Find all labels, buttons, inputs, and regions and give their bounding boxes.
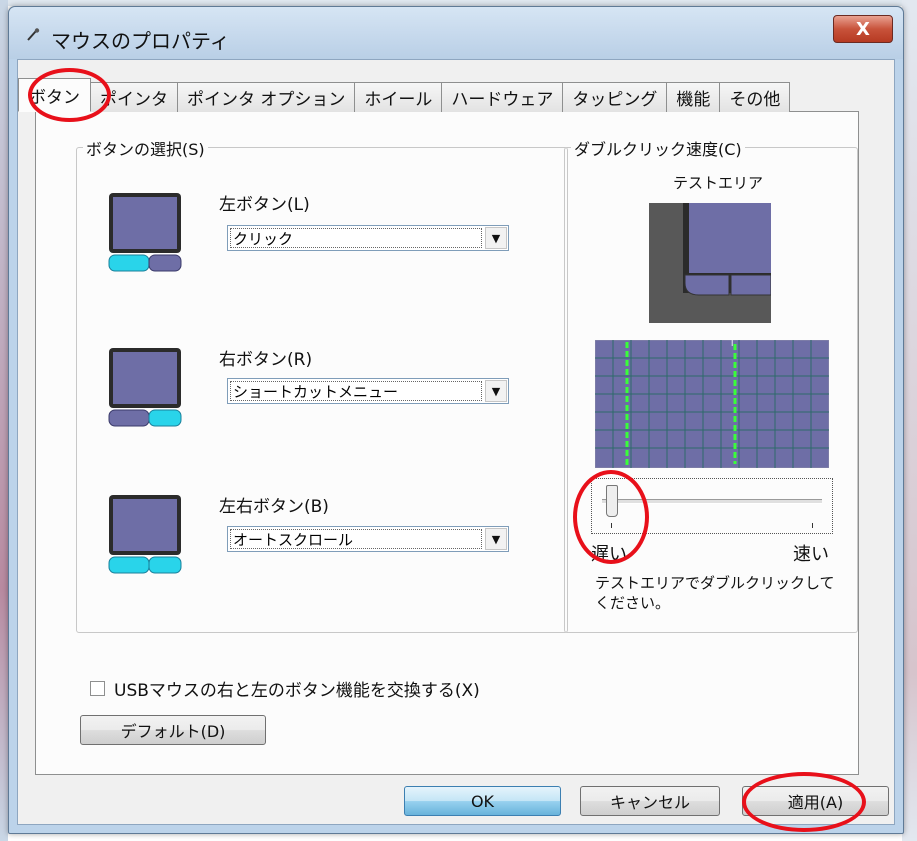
double-click-group-label: ダブルクリック速度(C)	[571, 136, 745, 160]
both-buttons-label: 左右ボタン(B)	[219, 497, 329, 517]
swap-buttons-label: USBマウスの右と左のボタン機能を交換する(X)	[114, 681, 480, 701]
tab-wheel[interactable]: ホイール	[354, 82, 443, 112]
tab-pointer-options[interactable]: ポインタ オプション	[177, 82, 356, 112]
title-bar[interactable]: マウスのプロパティ X	[9, 7, 903, 59]
tab-features[interactable]: 機能	[666, 82, 721, 112]
close-icon: X	[856, 18, 870, 40]
mouse-icon	[27, 28, 40, 41]
chevron-down-icon[interactable]: ▼	[485, 227, 507, 249]
ok-button-label: OK	[470, 791, 495, 811]
highlight-ring-tab	[28, 68, 111, 122]
slider-tick-right	[812, 523, 813, 528]
default-button-label: デフォルト(D)	[120, 722, 226, 741]
test-area[interactable]	[649, 203, 771, 323]
test-area-label: テストエリア	[673, 174, 764, 192]
cancel-button[interactable]: キャンセル	[580, 786, 720, 816]
left-button-select-value: クリック	[230, 228, 482, 248]
left-button-label: 左ボタン(L)	[219, 195, 310, 215]
fast-label: 速い	[793, 544, 829, 565]
ok-button[interactable]: OK	[404, 786, 561, 816]
right-button-select[interactable]: ショートカットメニュー ▼	[227, 378, 509, 404]
tab-tapping[interactable]: タッピング	[562, 82, 668, 112]
both-buttons-select[interactable]: オートスクロール ▼	[227, 526, 509, 552]
button-select-group-label: ボタンの選択(S)	[83, 136, 208, 160]
highlight-ring-slider	[573, 470, 649, 564]
default-button[interactable]: デフォルト(D)	[80, 715, 266, 745]
button-select-group: ボタンの選択(S) 左ボタン(L) クリック ▼ 右ボタン(R) ショートカット…	[76, 136, 568, 633]
both-buttons-select-value: オートスクロール	[230, 529, 482, 549]
window-title: マウスのプロパティ	[51, 29, 230, 53]
right-button-select-value: ショートカットメニュー	[230, 381, 482, 401]
swap-buttons-checkbox[interactable]	[90, 681, 105, 696]
instruction-line-1: テストエリアでダブルクリックして	[595, 574, 835, 592]
mouse-both-buttons-icon	[108, 495, 182, 574]
highlight-ring-apply	[742, 772, 866, 832]
chevron-down-icon[interactable]: ▼	[485, 380, 507, 402]
tab-strip: ボタン ポインタ ポインタ オプション ホイール ハードウェア タッピング 機能…	[18, 78, 791, 112]
right-button-label: 右ボタン(R)	[219, 350, 313, 370]
tab-hardware[interactable]: ハードウェア	[441, 82, 564, 112]
mouse-right-button-icon	[108, 348, 182, 427]
close-button[interactable]: X	[833, 15, 893, 43]
tab-other[interactable]: その他	[719, 82, 791, 112]
mouse-left-button-icon	[108, 193, 182, 272]
tab-panel-buttons: ボタンの選択(S) 左ボタン(L) クリック ▼ 右ボタン(R) ショートカット…	[35, 111, 859, 775]
instruction-line-2: ください。	[595, 594, 671, 612]
svg-text:I: I	[731, 340, 733, 348]
left-button-select[interactable]: クリック ▼	[227, 225, 509, 251]
cancel-button-label: キャンセル	[609, 793, 690, 812]
speed-grid-graphic: I	[595, 340, 829, 468]
chevron-down-icon[interactable]: ▼	[485, 528, 507, 550]
